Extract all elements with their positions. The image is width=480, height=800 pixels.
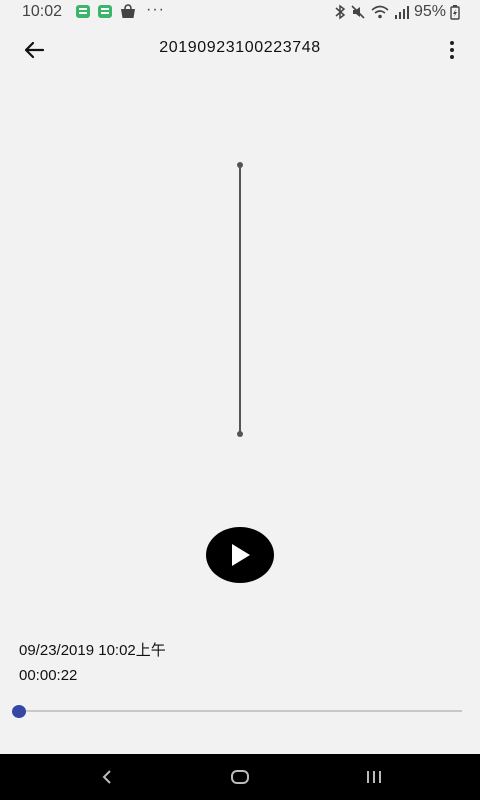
- more-notifications-icon: ···: [146, 1, 165, 18]
- shopping-bag-icon: [121, 4, 135, 18]
- battery-charging-icon: [450, 5, 460, 20]
- nav-back-icon: [102, 770, 111, 784]
- page-title: 20190923100223748: [159, 39, 321, 56]
- recording-duration: 00:00:22: [19, 667, 78, 684]
- nav-recents-icon: [367, 771, 381, 783]
- play-button[interactable]: [206, 527, 274, 583]
- nav-recents-button[interactable]: [361, 766, 387, 788]
- play-icon: [232, 544, 250, 566]
- navigation-bar: [0, 754, 480, 800]
- more-vert-icon: [450, 41, 454, 45]
- nav-back-button[interactable]: [94, 766, 120, 788]
- mute-icon: [351, 5, 365, 19]
- signal-icon: [394, 6, 409, 19]
- seekbar-thumb[interactable]: [12, 705, 26, 718]
- seekbar-track[interactable]: [18, 710, 462, 712]
- waveform-visualizer: [237, 162, 243, 437]
- notification-app-icon: [98, 5, 112, 18]
- nav-home-icon: [231, 770, 249, 784]
- battery-percent: 95%: [413, 3, 446, 20]
- notification-app-icon: [76, 5, 90, 18]
- status-icons: 95%: [334, 3, 460, 21]
- status-time: 10:02: [22, 3, 63, 20]
- more-options-button[interactable]: [444, 36, 460, 64]
- nav-home-button[interactable]: [227, 766, 253, 788]
- bluetooth-icon: [335, 4, 346, 20]
- wifi-icon: [371, 5, 389, 19]
- recording-date: 09/23/2019 10:02上午: [19, 642, 166, 659]
- status-bar: 10:02 ··· 95%: [0, 0, 480, 24]
